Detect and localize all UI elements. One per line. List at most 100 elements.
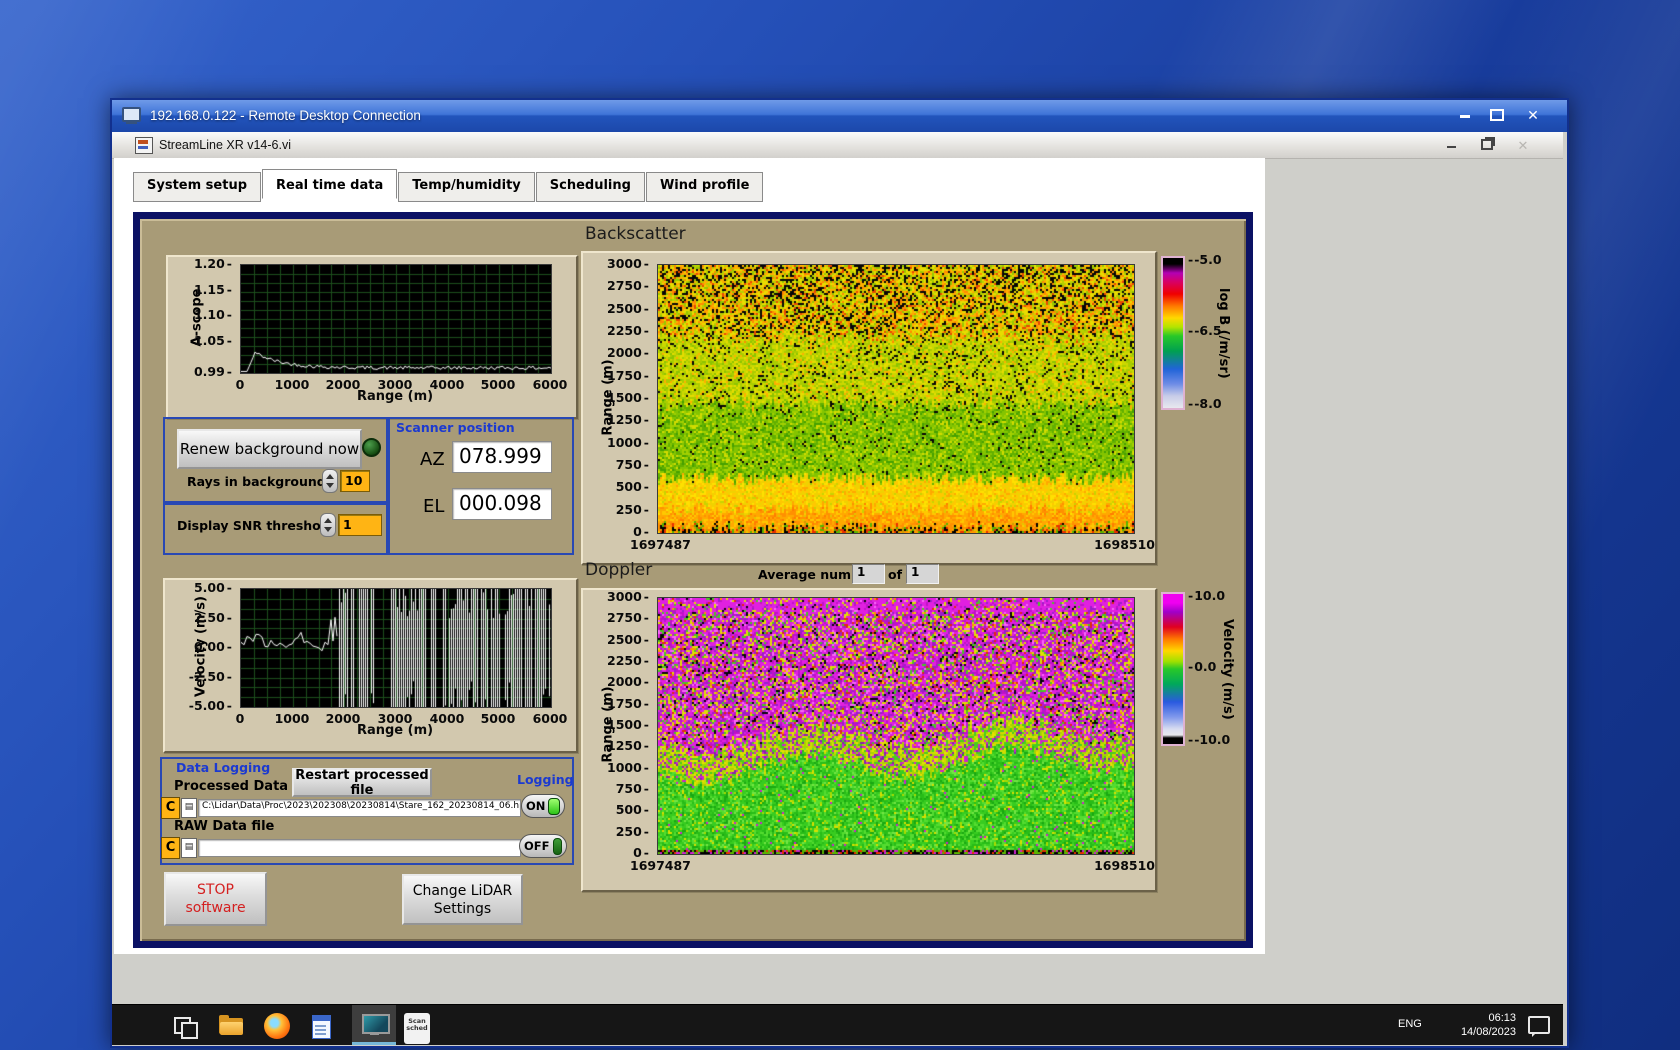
processed-drive-selector[interactable]: C [161,797,180,819]
vi-titlebar[interactable]: StreamLine XR v14-6.vi [112,132,1563,159]
change-lidar-settings-button[interactable]: Change LiDAR Settings [402,874,523,925]
notification-icon[interactable] [1528,1016,1550,1037]
ascope-y-tick-label: 1.20 [180,256,232,271]
snr-threshold-label: Display SNR threshold [177,518,335,533]
doppler-time-start: 1697487 [630,858,691,873]
tab-strip: System setup Real time data Temp/humidit… [133,169,764,202]
backscatter-y-tick-label: 500 [597,479,649,494]
minimize-icon[interactable] [1450,106,1480,126]
file-explorer-icon[interactable] [218,1013,244,1039]
stop-software-button[interactable]: STOP software [164,872,267,926]
doppler-heatmap [657,597,1135,855]
el-label: EL [423,496,445,517]
firefox-icon[interactable] [264,1013,290,1039]
scan-scheduler-icon[interactable]: Scan sched [404,1013,430,1044]
backscatter-colorbar [1161,256,1185,410]
active-app-cell[interactable] [352,1005,396,1045]
ascope-y-tick-label: 1.05 [180,333,232,348]
az-value-field[interactable]: 078.999 [452,441,552,473]
taskbar-clock[interactable]: 06:13 14/08/2023 [1440,1011,1516,1039]
ascope-x-tick-label: 5000 [480,377,516,392]
doppler-cb-unit: Velocity (m/s) [1220,619,1235,720]
doppler-time-end: 1698510 [1094,858,1155,873]
vi-close-icon[interactable] [1510,136,1536,154]
ascope-x-tick-label: 3000 [377,377,413,392]
renew-background-led [362,438,381,457]
raw-browse-icon[interactable]: ▤ [181,838,197,858]
tab-wind-profile[interactable]: Wind profile [645,172,764,202]
velocity-x-tick-label: 4000 [429,711,465,726]
rays-spinner[interactable] [322,469,338,493]
restart-processed-file-button[interactable]: Restart processed file [292,768,432,798]
rdp-titlebar[interactable]: 192.168.0.122 - Remote Desktop Connectio… [112,100,1567,132]
vi-window-title: StreamLine XR v14-6.vi [159,138,292,152]
velocity-x-tick-label: 3000 [377,711,413,726]
language-indicator[interactable]: ENG [1398,1018,1422,1030]
az-label: AZ [420,449,445,470]
labview-vi-icon [135,137,153,154]
on-led [548,797,560,815]
doppler-y-tick-label: 2250 [597,653,649,668]
velocity-y-tick-label: 0.00 [180,639,232,654]
backscatter-time-end: 1698510 [1094,537,1155,552]
average-number-field2[interactable]: 1 [906,564,939,584]
tab-temp-humidity[interactable]: Temp/humidity [398,172,535,202]
velocity-y-tick-label: -2.50 [180,669,232,684]
backscatter-y-tick-label: 1000 [597,435,649,450]
clock-time: 06:13 [1488,1012,1516,1024]
snr-value-field[interactable]: 1 [338,514,382,536]
clock-date: 14/08/2023 [1460,1026,1516,1038]
backscatter-y-tick-label: 2000 [597,345,649,360]
maximize-icon[interactable] [1482,106,1512,126]
rays-value-field[interactable]: 10 [340,470,370,492]
ascope-plot [240,264,552,374]
velocity-y-tick-label: 2.50 [180,610,232,625]
tab-scheduling[interactable]: Scheduling [535,172,645,202]
doppler-y-tick-label: 1000 [597,760,649,775]
scan-icon-text2: sched [406,1024,428,1032]
stop-line1: STOP [197,882,234,898]
raw-drive-selector[interactable]: C [161,837,180,859]
backscatter-y-tick-label: 1750 [597,368,649,383]
backscatter-y-tick-label: 2500 [597,301,649,316]
rdp-window-title: 192.168.0.122 - Remote Desktop Connectio… [150,108,421,123]
remote-desktop-icon [122,107,142,124]
el-value-field[interactable]: 000.098 [452,488,552,520]
ascope-y-tick-label: 1.10 [180,307,232,322]
backscatter-cb-unit: log B (/m/sr) [1216,288,1231,379]
stop-line2: software [185,900,246,916]
backscatter-y-tick-label: 750 [597,457,649,472]
doppler-title: Doppler [585,560,653,580]
processed-path-field[interactable]: C:\Lidar\Data\Proc\2023\202308\20230814\… [198,799,521,817]
doppler-cb-mid: 0.0 [1188,659,1216,674]
doppler-y-tick-label: 0 [597,845,649,860]
logging-label: Logging [517,772,574,787]
raw-data-file-label: RAW Data file [174,819,275,834]
backscatter-time-start: 1697487 [630,537,691,552]
backscatter-title: Backscatter [585,224,686,244]
vi-minimize-icon[interactable] [1438,136,1464,154]
ascope-x-tick-label: 2000 [325,377,361,392]
tab-real-time-data[interactable]: Real time data [262,169,398,199]
processed-logging-toggle[interactable]: ON [521,794,565,818]
backscatter-y-tick-label: 1250 [597,412,649,427]
taskbar: Scan sched ENG 06:13 14/08/2023 [112,1004,1563,1045]
task-view-icon[interactable] [172,1013,198,1039]
average-number-field1[interactable]: 1 [852,564,885,584]
doppler-y-tick-label: 2500 [597,632,649,647]
velocity-x-tick-label: 1000 [274,711,310,726]
tab-system-setup[interactable]: System setup [133,172,262,202]
document-app-icon[interactable] [308,1013,334,1039]
doppler-y-tick-label: 1250 [597,738,649,753]
on-label: ON [526,799,546,813]
snr-spinner[interactable] [320,513,336,537]
rays-in-background-label: Rays in background [187,474,326,489]
close-icon[interactable] [1518,106,1548,126]
raw-logging-toggle[interactable]: OFF [519,834,567,858]
vi-restore-icon[interactable] [1474,136,1500,154]
processed-browse-icon[interactable]: ▤ [181,798,197,818]
raw-path-field[interactable] [198,839,521,857]
velocity-x-tick-label: 6000 [532,711,568,726]
doppler-y-tick-label: 3000 [597,589,649,604]
renew-background-button[interactable]: Renew background now [177,429,362,469]
